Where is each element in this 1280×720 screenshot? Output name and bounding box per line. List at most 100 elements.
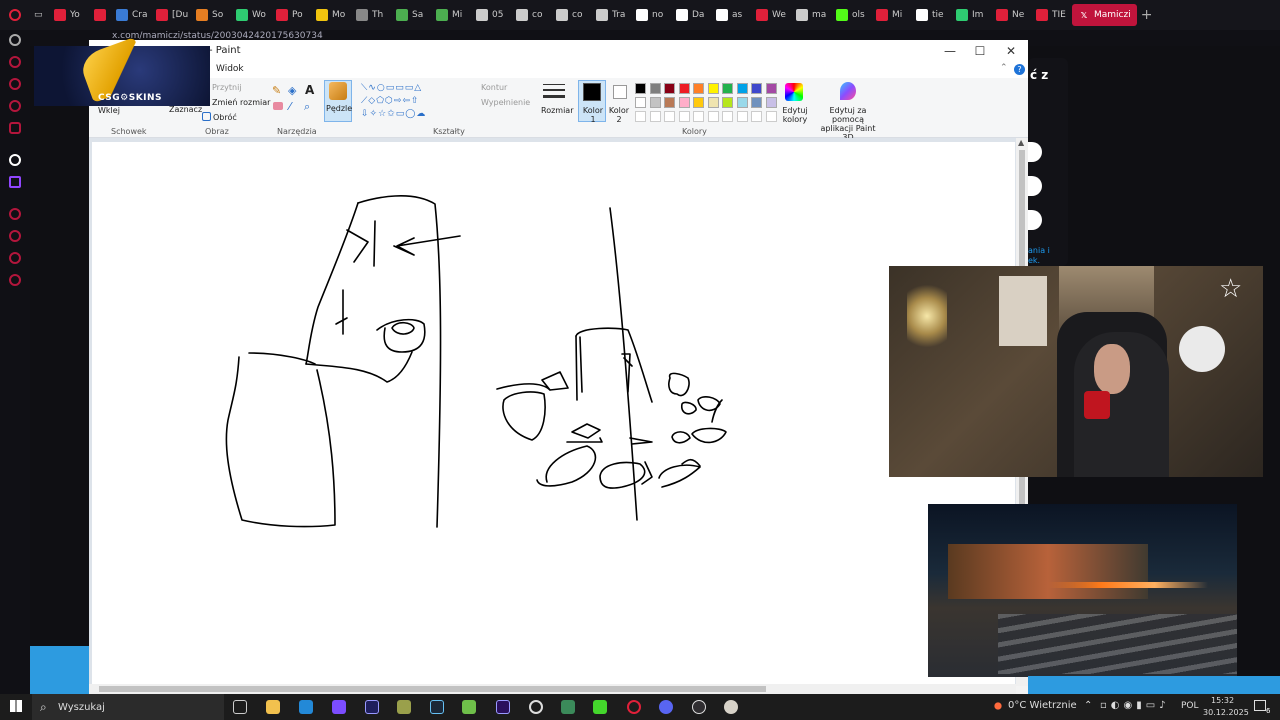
opera-menu-button[interactable] [0,4,30,26]
pencil-icon[interactable]: ✎ [272,84,281,97]
size-icon[interactable] [543,84,565,98]
palette-color[interactable] [765,83,777,94]
palette-custom-slot[interactable] [722,111,733,122]
history-icon[interactable] [9,230,21,242]
clock-time[interactable]: 15:32 [1211,696,1234,705]
whatsapp-icon[interactable] [9,100,21,112]
browser-tab[interactable]: Im [952,4,992,26]
browser-tab[interactable]: Mi [872,4,912,26]
paste-button[interactable]: Wklej [98,106,120,115]
palette-custom-slot[interactable] [707,111,719,122]
rotate-button[interactable]: Obróć [213,113,237,122]
fill-icon[interactable]: ◈ [288,84,296,97]
browser-tab[interactable]: TIE [1032,4,1072,26]
browser-tab[interactable]: We [752,4,792,26]
toggle-button[interactable] [1028,210,1042,230]
browser-tab[interactable]: Cra [112,4,152,26]
browser-tab[interactable]: Th [352,4,392,26]
browser-tab[interactable]: co [552,4,592,26]
twitch-icon[interactable] [9,176,21,188]
browser-tab[interactable]: Yo [50,4,90,26]
after-effects-icon[interactable] [365,700,379,714]
palette-custom-slot[interactable] [678,111,690,122]
opera-icon[interactable] [627,700,641,714]
browser-tab[interactable]: 05 [472,4,512,26]
palette-color[interactable] [664,83,675,94]
notification-icon[interactable] [1254,700,1266,711]
horizontal-scroll-thumb[interactable] [99,686,766,692]
palette-custom-slot[interactable] [664,111,675,122]
select-button[interactable]: Zaznacz [169,105,202,114]
edit-colors-label[interactable]: Edytuj kolory [781,106,809,124]
palette-color[interactable] [722,97,733,108]
player-icon[interactable] [9,208,21,220]
browser-tab[interactable]: Mo [312,4,352,26]
browser-tab[interactable]: Mi [432,4,472,26]
file-explorer-icon[interactable] [266,700,280,714]
new-tab-button[interactable]: + [1137,4,1157,26]
reload-icon[interactable] [9,34,21,46]
aria-icon[interactable] [9,56,21,68]
razer-icon[interactable] [593,700,607,714]
collapse-ribbon-icon[interactable]: ⌃ [1000,63,1008,73]
browser-tab[interactable]: Tra [592,4,632,26]
palette-color[interactable] [649,83,661,94]
browser-tab[interactable]: as [712,4,752,26]
palette-color[interactable] [707,83,719,94]
browser-tab[interactable]: no [632,4,672,26]
weather-text[interactable]: 0°C Wietrznie [1008,700,1077,711]
browser-tab[interactable]: Ne [992,4,1032,26]
messenger-icon[interactable] [9,78,21,90]
toggle-button[interactable] [1028,142,1042,162]
shapes-gallery[interactable]: ⟍∿○▭▭▭△ ⟋◇⬠⬡⇨⇦⇧ ⇩✧☆✩▭◯☁ [361,82,461,120]
palette-color[interactable] [635,97,646,108]
palette-color[interactable] [736,83,748,94]
palette-custom-slot[interactable] [736,111,748,122]
tiktok-sidebar-icon[interactable] [9,154,21,166]
palette-custom-slot[interactable] [765,111,777,122]
palette-color[interactable] [765,97,777,108]
taskbar-search[interactable]: ⌕ Wyszukaj [32,694,224,720]
minimize-button[interactable]: — [935,42,965,60]
premiere-icon[interactable] [496,700,510,714]
paint-icon[interactable] [724,700,738,714]
palette-custom-slot[interactable] [693,111,704,122]
settings-icon[interactable] [9,274,21,286]
palette-color[interactable] [678,83,690,94]
browser-tab[interactable]: co [512,4,552,26]
tray-icons[interactable]: ▫◐◉▮▭♪ [1100,700,1170,711]
palette-color[interactable] [736,97,748,108]
palette-custom-slot[interactable] [751,111,762,122]
browser-tab[interactable]: Da [672,4,712,26]
eraser-icon[interactable] [273,102,283,110]
palette-color[interactable] [722,83,733,94]
extensions-icon[interactable] [9,252,21,264]
magnifier-icon[interactable]: ⌕ [304,100,310,114]
browser-tab[interactable]: Wo [232,4,272,26]
browser-tab[interactable]: Sa [392,4,432,26]
drawing-canvas[interactable] [92,142,1015,686]
browser-tab[interactable]: ma [792,4,832,26]
tray-chevron-icon[interactable]: ⌃ [1084,700,1092,711]
obs-icon[interactable] [692,700,706,714]
color2-swatch[interactable] [613,85,627,99]
start-button[interactable] [10,700,22,712]
palette-color[interactable] [664,97,675,108]
paint3d-icon[interactable] [840,82,856,100]
palette-color[interactable] [678,97,690,108]
toggle-button[interactable] [1028,176,1042,196]
palette-color[interactable] [751,97,762,108]
clock-date[interactable]: 30.12.2025 [1203,708,1249,717]
tab-active[interactable]: 𝕏 Mamiczi [1072,4,1137,26]
resize-button[interactable]: Zmień rozmiar [212,98,270,107]
browser-tab[interactable]: Po [272,4,312,26]
outline-dropdown[interactable]: Kontur [481,83,507,92]
palette-color[interactable] [751,83,762,94]
palette-color[interactable] [693,97,704,108]
settings-gear-icon[interactable] [529,700,543,714]
browser-tab[interactable] [90,4,112,26]
language-indicator[interactable]: POL [1181,701,1199,711]
palette-color[interactable] [635,83,646,94]
crop-button[interactable]: Przytnij [212,83,242,92]
scroll-up-icon[interactable]: ▲ [1018,138,1024,147]
